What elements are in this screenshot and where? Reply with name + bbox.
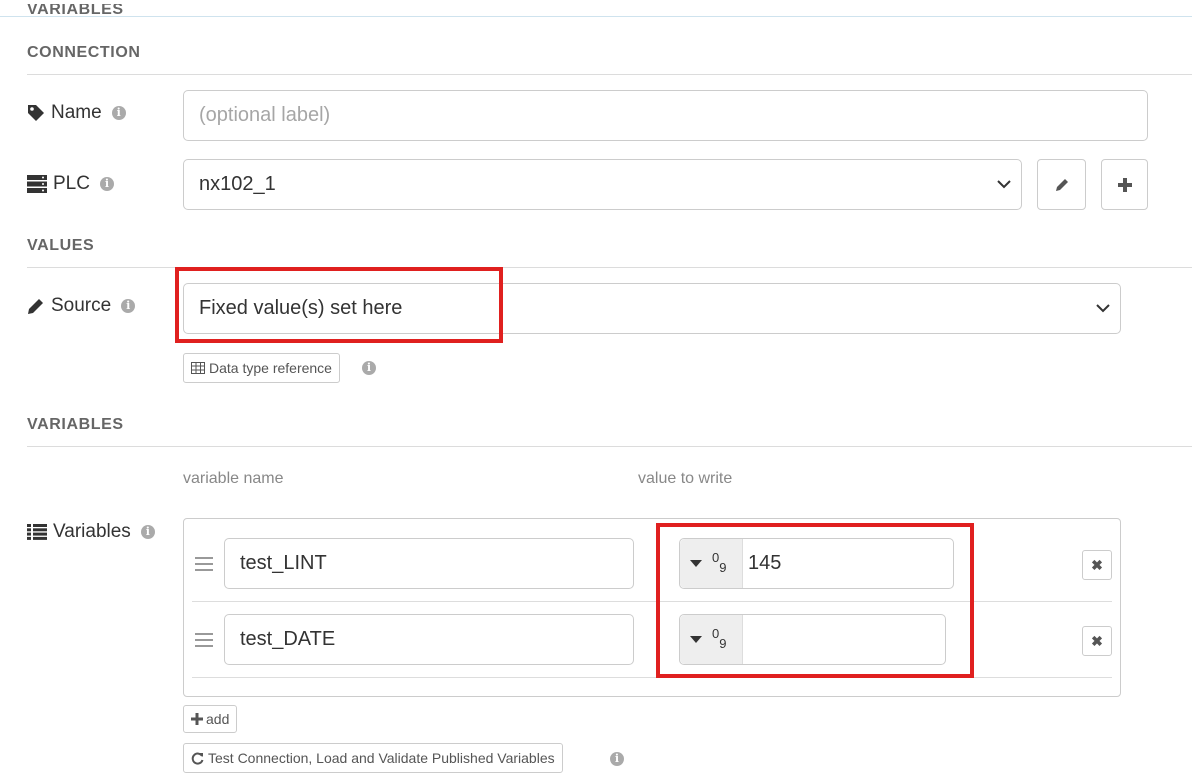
list-icon bbox=[27, 524, 47, 540]
section-connection: CONNECTION bbox=[27, 44, 141, 61]
remove-row-button[interactable]: ✖ bbox=[1082, 626, 1112, 656]
column-header-variable-name: variable name bbox=[183, 470, 284, 487]
close-icon: ✖ bbox=[1091, 556, 1103, 573]
pencil-icon bbox=[28, 299, 43, 314]
info-icon[interactable]: i bbox=[111, 106, 126, 120]
highlight-box-values bbox=[656, 523, 974, 678]
tag-icon bbox=[28, 105, 44, 121]
highlight-box-source bbox=[175, 267, 503, 343]
info-icon[interactable]: i bbox=[140, 525, 155, 539]
chevron-down-icon bbox=[1096, 303, 1110, 312]
plc-select[interactable]: nx102_1 bbox=[183, 159, 1022, 210]
data-type-reference-button[interactable]: Data type reference bbox=[183, 353, 340, 383]
plc-label-row: PLC i bbox=[27, 173, 114, 195]
server-icon bbox=[27, 175, 47, 193]
column-header-value-to-write: value to write bbox=[638, 470, 733, 487]
row-divider bbox=[192, 677, 1112, 678]
add-plc-button[interactable] bbox=[1101, 159, 1148, 210]
source-label-row: Source i bbox=[27, 295, 136, 317]
divider bbox=[27, 74, 1192, 75]
list-item: test_LINT 09 145 ✖ bbox=[184, 519, 1120, 602]
data-type-reference-label: Data type reference bbox=[209, 360, 332, 376]
top-cut-section-title: VARIABLES bbox=[27, 4, 124, 14]
add-variable-button[interactable]: add bbox=[183, 705, 238, 733]
remove-row-button[interactable]: ✖ bbox=[1082, 550, 1112, 580]
name-label-row: Name i bbox=[27, 102, 126, 124]
source-label: Source bbox=[51, 295, 112, 316]
divider bbox=[27, 446, 1192, 447]
name-label: Name bbox=[51, 102, 102, 123]
drag-handle-icon[interactable] bbox=[195, 557, 213, 575]
info-icon[interactable]: i bbox=[121, 299, 136, 313]
add-label: add bbox=[206, 711, 230, 727]
list-item: test_DATE 09 ✖ bbox=[184, 602, 1120, 678]
plus-icon bbox=[1117, 177, 1132, 192]
test-connection-button[interactable]: Test Connection, Load and Validate Publi… bbox=[183, 743, 563, 773]
plus-icon bbox=[191, 713, 203, 725]
pencil-icon bbox=[1055, 178, 1068, 191]
variable-name-value: test_LINT bbox=[240, 552, 327, 574]
variable-name-value: test_DATE bbox=[240, 628, 336, 650]
variables-list: test_LINT 09 145 ✖ test_DATE 09 ✖ bbox=[183, 518, 1121, 697]
edit-plc-button[interactable] bbox=[1037, 159, 1086, 210]
section-values: VALUES bbox=[27, 237, 95, 254]
variables-label-row: Variables i bbox=[27, 521, 155, 543]
plc-label: PLC bbox=[53, 173, 90, 194]
section-variables: VARIABLES bbox=[27, 416, 124, 433]
variable-name-input[interactable]: test_DATE bbox=[224, 614, 634, 665]
refresh-icon bbox=[191, 752, 204, 764]
top-divider bbox=[0, 16, 1192, 17]
info-icon[interactable]: i bbox=[99, 177, 114, 191]
table-icon bbox=[191, 362, 205, 374]
name-input[interactable]: (optional label) bbox=[183, 90, 1148, 141]
chevron-down-icon bbox=[997, 179, 1011, 188]
plc-select-value: nx102_1 bbox=[199, 173, 276, 195]
drag-handle-icon[interactable] bbox=[195, 633, 213, 651]
info-icon[interactable]: i bbox=[362, 361, 376, 375]
variable-name-input[interactable]: test_LINT bbox=[224, 538, 634, 589]
variables-label: Variables bbox=[53, 521, 131, 542]
close-icon: ✖ bbox=[1091, 632, 1103, 649]
